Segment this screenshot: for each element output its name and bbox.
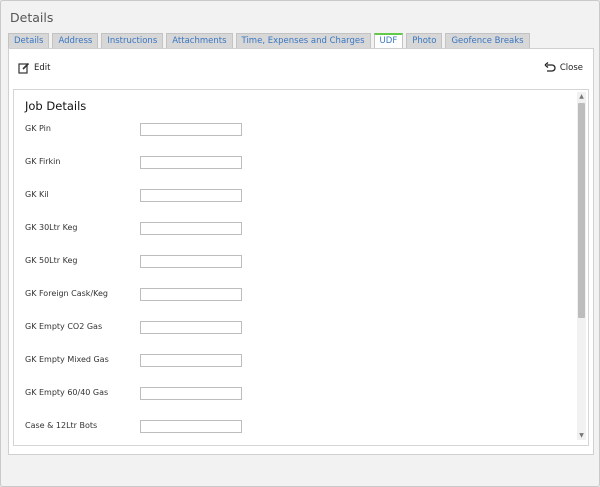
field-label: GK 50Ltr Keg [25, 256, 78, 265]
tab-instructions[interactable]: Instructions [101, 33, 164, 48]
edit-button[interactable]: Edit [18, 62, 50, 74]
edit-icon [18, 62, 30, 74]
gk-pin-input[interactable] [140, 123, 242, 136]
gk-empty-co2-gas-input[interactable] [140, 321, 242, 334]
gk-kil-input[interactable] [140, 189, 242, 202]
tab-bar: Details Address Instructions Attachments… [8, 33, 530, 48]
field-label: GK Pin [25, 124, 51, 133]
close-button[interactable]: Close [544, 62, 583, 73]
scroll-down-arrow-icon[interactable]: ▼ [577, 431, 586, 440]
case-12ltr-bots-input[interactable] [140, 420, 242, 433]
gk-empty-mixed-gas-input[interactable] [140, 354, 242, 367]
gk-empty-60-40-gas-input[interactable] [140, 387, 242, 400]
job-details-form: Job Details GK Pin GK Firkin GK Kil GK 3… [13, 89, 589, 446]
field-label: GK 30Ltr Keg [25, 223, 78, 232]
scroll-up-arrow-icon[interactable]: ▲ [577, 92, 586, 101]
vertical-scrollbar[interactable]: ▲ ▼ [577, 92, 586, 440]
tab-time-expenses-charges[interactable]: Time, Expenses and Charges [235, 33, 371, 48]
window-title: Details [10, 10, 54, 25]
udf-panel: Edit Close Job Details GK Pin GK Firkin [8, 48, 594, 455]
gk-firkin-input[interactable] [140, 156, 242, 169]
tab-attachments[interactable]: Attachments [166, 33, 233, 48]
gk-30ltr-keg-input[interactable] [140, 222, 242, 235]
tab-udf[interactable]: UDF [373, 33, 404, 48]
field-label: GK Empty Mixed Gas [25, 355, 109, 364]
details-window: Details Details Address Instructions Att… [0, 0, 600, 487]
field-label: Case & 12Ltr Bots [25, 421, 98, 430]
gk-50ltr-keg-input[interactable] [140, 255, 242, 268]
tab-geofence-breaks[interactable]: Geofence Breaks [445, 33, 530, 48]
field-label: GK Empty 60/40 Gas [25, 388, 109, 397]
field-label: GK Foreign Cask/Keg [25, 289, 108, 298]
field-label: GK Kil [25, 190, 49, 199]
section-title: Job Details [25, 99, 87, 113]
close-label: Close [559, 62, 583, 73]
gk-foreign-cask-keg-input[interactable] [140, 288, 242, 301]
undo-arrow-icon [544, 62, 556, 73]
tab-details[interactable]: Details [8, 33, 50, 48]
edit-label: Edit [34, 63, 51, 73]
field-label: GK Empty CO2 Gas [25, 322, 103, 331]
field-label: GK Firkin [25, 157, 61, 166]
tab-photo[interactable]: Photo [406, 33, 443, 48]
tab-address[interactable]: Address [52, 33, 99, 48]
scroll-thumb[interactable] [578, 103, 585, 318]
